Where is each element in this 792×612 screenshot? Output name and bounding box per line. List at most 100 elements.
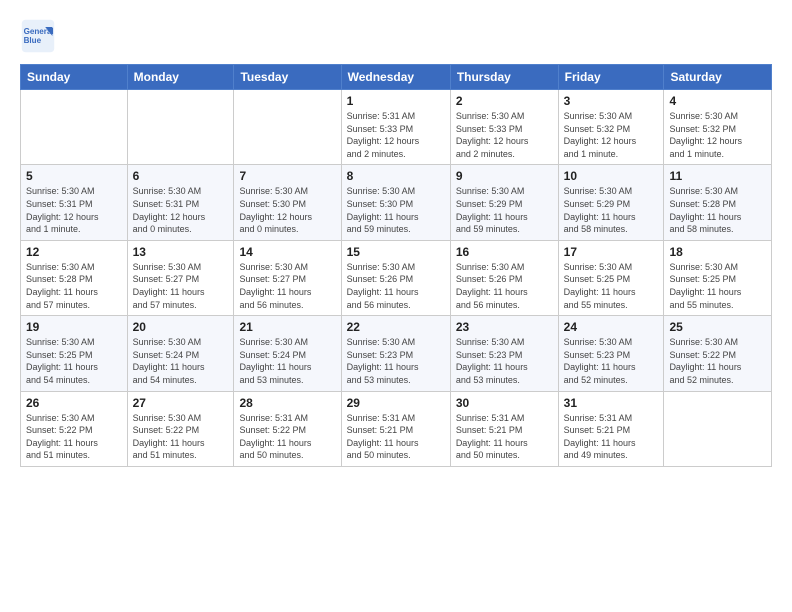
day-number: 24 — [564, 320, 659, 334]
day-number: 22 — [347, 320, 445, 334]
calendar-body: 1 Sunrise: 5:31 AM Sunset: 5:33 PM Daylig… — [21, 90, 772, 467]
calendar-cell: 1 Sunrise: 5:31 AM Sunset: 5:33 PM Daylig… — [341, 90, 450, 165]
week-row-5: 26 Sunrise: 5:30 AM Sunset: 5:22 PM Dayli… — [21, 391, 772, 466]
day-number: 25 — [669, 320, 766, 334]
calendar-cell: 20 Sunrise: 5:30 AM Sunset: 5:24 PM Dayli… — [127, 316, 234, 391]
calendar-cell: 6Sunrise: 5:30 AM Sunset: 5:31 PM Daylig… — [127, 165, 234, 240]
day-info: Sunrise: 5:30 AM Sunset: 5:23 PM Dayligh… — [347, 336, 445, 386]
calendar-cell: 17Sunrise: 5:30 AM Sunset: 5:25 PM Dayli… — [558, 240, 664, 315]
day-number: 10 — [564, 169, 659, 183]
day-info: Sunrise: 5:30 AM Sunset: 5:24 PM Dayligh… — [239, 336, 335, 386]
day-number: 23 — [456, 320, 553, 334]
calendar-cell: 25 Sunrise: 5:30 AM Sunset: 5:22 PM Dayli… — [664, 316, 772, 391]
day-info: Sunrise: 5:30 AM Sunset: 5:30 PM Dayligh… — [239, 185, 335, 235]
day-info: Sunrise: 5:30 AM Sunset: 5:31 PM Dayligh… — [133, 185, 229, 235]
day-number: 15 — [347, 245, 445, 259]
day-info: Sunrise: 5:30 AM Sunset: 5:27 PM Dayligh… — [239, 261, 335, 311]
day-info: Sunrise: 5:30 AM Sunset: 5:31 PM Dayligh… — [26, 185, 122, 235]
calendar-cell: 4Sunrise: 5:30 AM Sunset: 5:32 PM Daylig… — [664, 90, 772, 165]
weekday-header-monday: Monday — [127, 65, 234, 90]
weekday-row: SundayMondayTuesdayWednesdayThursdayFrid… — [21, 65, 772, 90]
week-row-2: 5 Sunrise: 5:30 AM Sunset: 5:31 PM Daylig… — [21, 165, 772, 240]
day-info: Sunrise: 5:30 AM Sunset: 5:33 PM Dayligh… — [456, 110, 553, 160]
calendar-cell — [21, 90, 128, 165]
page: General Blue SundayMondayTuesdayWednesda… — [0, 0, 792, 612]
calendar-cell: 15 Sunrise: 5:30 AM Sunset: 5:26 PM Dayli… — [341, 240, 450, 315]
day-number: 27 — [133, 396, 229, 410]
calendar-cell: 18 Sunrise: 5:30 AM Sunset: 5:25 PM Dayli… — [664, 240, 772, 315]
day-info: Sunrise: 5:30 AM Sunset: 5:23 PM Dayligh… — [564, 336, 659, 386]
day-number: 1 — [347, 94, 445, 108]
day-info: Sunrise: 5:31 AM Sunset: 5:21 PM Dayligh… — [456, 412, 553, 462]
day-number: 11 — [669, 169, 766, 183]
calendar-cell: 31Sunrise: 5:31 AM Sunset: 5:21 PM Dayli… — [558, 391, 664, 466]
calendar-cell — [234, 90, 341, 165]
svg-text:Blue: Blue — [24, 36, 42, 45]
day-info: Sunrise: 5:30 AM Sunset: 5:24 PM Dayligh… — [133, 336, 229, 386]
weekday-header-sunday: Sunday — [21, 65, 128, 90]
week-row-3: 12 Sunrise: 5:30 AM Sunset: 5:28 PM Dayli… — [21, 240, 772, 315]
calendar-cell: 21 Sunrise: 5:30 AM Sunset: 5:24 PM Dayli… — [234, 316, 341, 391]
week-row-4: 19 Sunrise: 5:30 AM Sunset: 5:25 PM Dayli… — [21, 316, 772, 391]
calendar-cell: 2Sunrise: 5:30 AM Sunset: 5:33 PM Daylig… — [450, 90, 558, 165]
day-info: Sunrise: 5:30 AM Sunset: 5:22 PM Dayligh… — [669, 336, 766, 386]
calendar-header: SundayMondayTuesdayWednesdayThursdayFrid… — [21, 65, 772, 90]
day-info: Sunrise: 5:30 AM Sunset: 5:27 PM Dayligh… — [133, 261, 229, 311]
day-info: Sunrise: 5:30 AM Sunset: 5:32 PM Dayligh… — [669, 110, 766, 160]
calendar-cell — [127, 90, 234, 165]
day-number: 5 — [26, 169, 122, 183]
day-number: 20 — [133, 320, 229, 334]
calendar-cell: 23Sunrise: 5:30 AM Sunset: 5:23 PM Dayli… — [450, 316, 558, 391]
day-number: 7 — [239, 169, 335, 183]
day-info: Sunrise: 5:30 AM Sunset: 5:28 PM Dayligh… — [26, 261, 122, 311]
calendar-cell: 19 Sunrise: 5:30 AM Sunset: 5:25 PM Dayli… — [21, 316, 128, 391]
calendar-cell: 11 Sunrise: 5:30 AM Sunset: 5:28 PM Dayli… — [664, 165, 772, 240]
calendar-cell: 3Sunrise: 5:30 AM Sunset: 5:32 PM Daylig… — [558, 90, 664, 165]
calendar-cell: 29 Sunrise: 5:31 AM Sunset: 5:21 PM Dayli… — [341, 391, 450, 466]
day-info: Sunrise: 5:31 AM Sunset: 5:21 PM Dayligh… — [347, 412, 445, 462]
day-info: Sunrise: 5:30 AM Sunset: 5:29 PM Dayligh… — [564, 185, 659, 235]
day-info: Sunrise: 5:31 AM Sunset: 5:33 PM Dayligh… — [347, 110, 445, 160]
day-info: Sunrise: 5:30 AM Sunset: 5:32 PM Dayligh… — [564, 110, 659, 160]
calendar-cell: 12 Sunrise: 5:30 AM Sunset: 5:28 PM Dayli… — [21, 240, 128, 315]
day-number: 17 — [564, 245, 659, 259]
calendar: SundayMondayTuesdayWednesdayThursdayFrid… — [20, 64, 772, 467]
day-info: Sunrise: 5:30 AM Sunset: 5:26 PM Dayligh… — [456, 261, 553, 311]
calendar-cell — [664, 391, 772, 466]
calendar-cell: 24 Sunrise: 5:30 AM Sunset: 5:23 PM Dayli… — [558, 316, 664, 391]
header: General Blue — [20, 18, 772, 54]
day-info: Sunrise: 5:30 AM Sunset: 5:26 PM Dayligh… — [347, 261, 445, 311]
day-number: 21 — [239, 320, 335, 334]
calendar-cell: 30 Sunrise: 5:31 AM Sunset: 5:21 PM Dayli… — [450, 391, 558, 466]
weekday-header-saturday: Saturday — [664, 65, 772, 90]
calendar-cell: 27Sunrise: 5:30 AM Sunset: 5:22 PM Dayli… — [127, 391, 234, 466]
day-number: 30 — [456, 396, 553, 410]
day-number: 29 — [347, 396, 445, 410]
day-number: 19 — [26, 320, 122, 334]
day-info: Sunrise: 5:30 AM Sunset: 5:28 PM Dayligh… — [669, 185, 766, 235]
calendar-cell: 13 Sunrise: 5:30 AM Sunset: 5:27 PM Dayli… — [127, 240, 234, 315]
calendar-cell: 26 Sunrise: 5:30 AM Sunset: 5:22 PM Dayli… — [21, 391, 128, 466]
day-info: Sunrise: 5:30 AM Sunset: 5:29 PM Dayligh… — [456, 185, 553, 235]
day-number: 8 — [347, 169, 445, 183]
day-number: 26 — [26, 396, 122, 410]
calendar-cell: 9 Sunrise: 5:30 AM Sunset: 5:29 PM Daylig… — [450, 165, 558, 240]
day-number: 9 — [456, 169, 553, 183]
day-info: Sunrise: 5:30 AM Sunset: 5:25 PM Dayligh… — [669, 261, 766, 311]
calendar-cell: 22 Sunrise: 5:30 AM Sunset: 5:23 PM Dayli… — [341, 316, 450, 391]
day-number: 18 — [669, 245, 766, 259]
day-info: Sunrise: 5:30 AM Sunset: 5:25 PM Dayligh… — [26, 336, 122, 386]
day-info: Sunrise: 5:31 AM Sunset: 5:21 PM Dayligh… — [564, 412, 659, 462]
weekday-header-thursday: Thursday — [450, 65, 558, 90]
calendar-cell: 14Sunrise: 5:30 AM Sunset: 5:27 PM Dayli… — [234, 240, 341, 315]
weekday-header-tuesday: Tuesday — [234, 65, 341, 90]
calendar-cell: 7 Sunrise: 5:30 AM Sunset: 5:30 PM Daylig… — [234, 165, 341, 240]
weekday-header-friday: Friday — [558, 65, 664, 90]
day-number: 13 — [133, 245, 229, 259]
day-info: Sunrise: 5:30 AM Sunset: 5:22 PM Dayligh… — [26, 412, 122, 462]
weekday-header-wednesday: Wednesday — [341, 65, 450, 90]
calendar-cell: 10 Sunrise: 5:30 AM Sunset: 5:29 PM Dayli… — [558, 165, 664, 240]
day-number: 12 — [26, 245, 122, 259]
calendar-cell: 16Sunrise: 5:30 AM Sunset: 5:26 PM Dayli… — [450, 240, 558, 315]
calendar-cell: 8Sunrise: 5:30 AM Sunset: 5:30 PM Daylig… — [341, 165, 450, 240]
